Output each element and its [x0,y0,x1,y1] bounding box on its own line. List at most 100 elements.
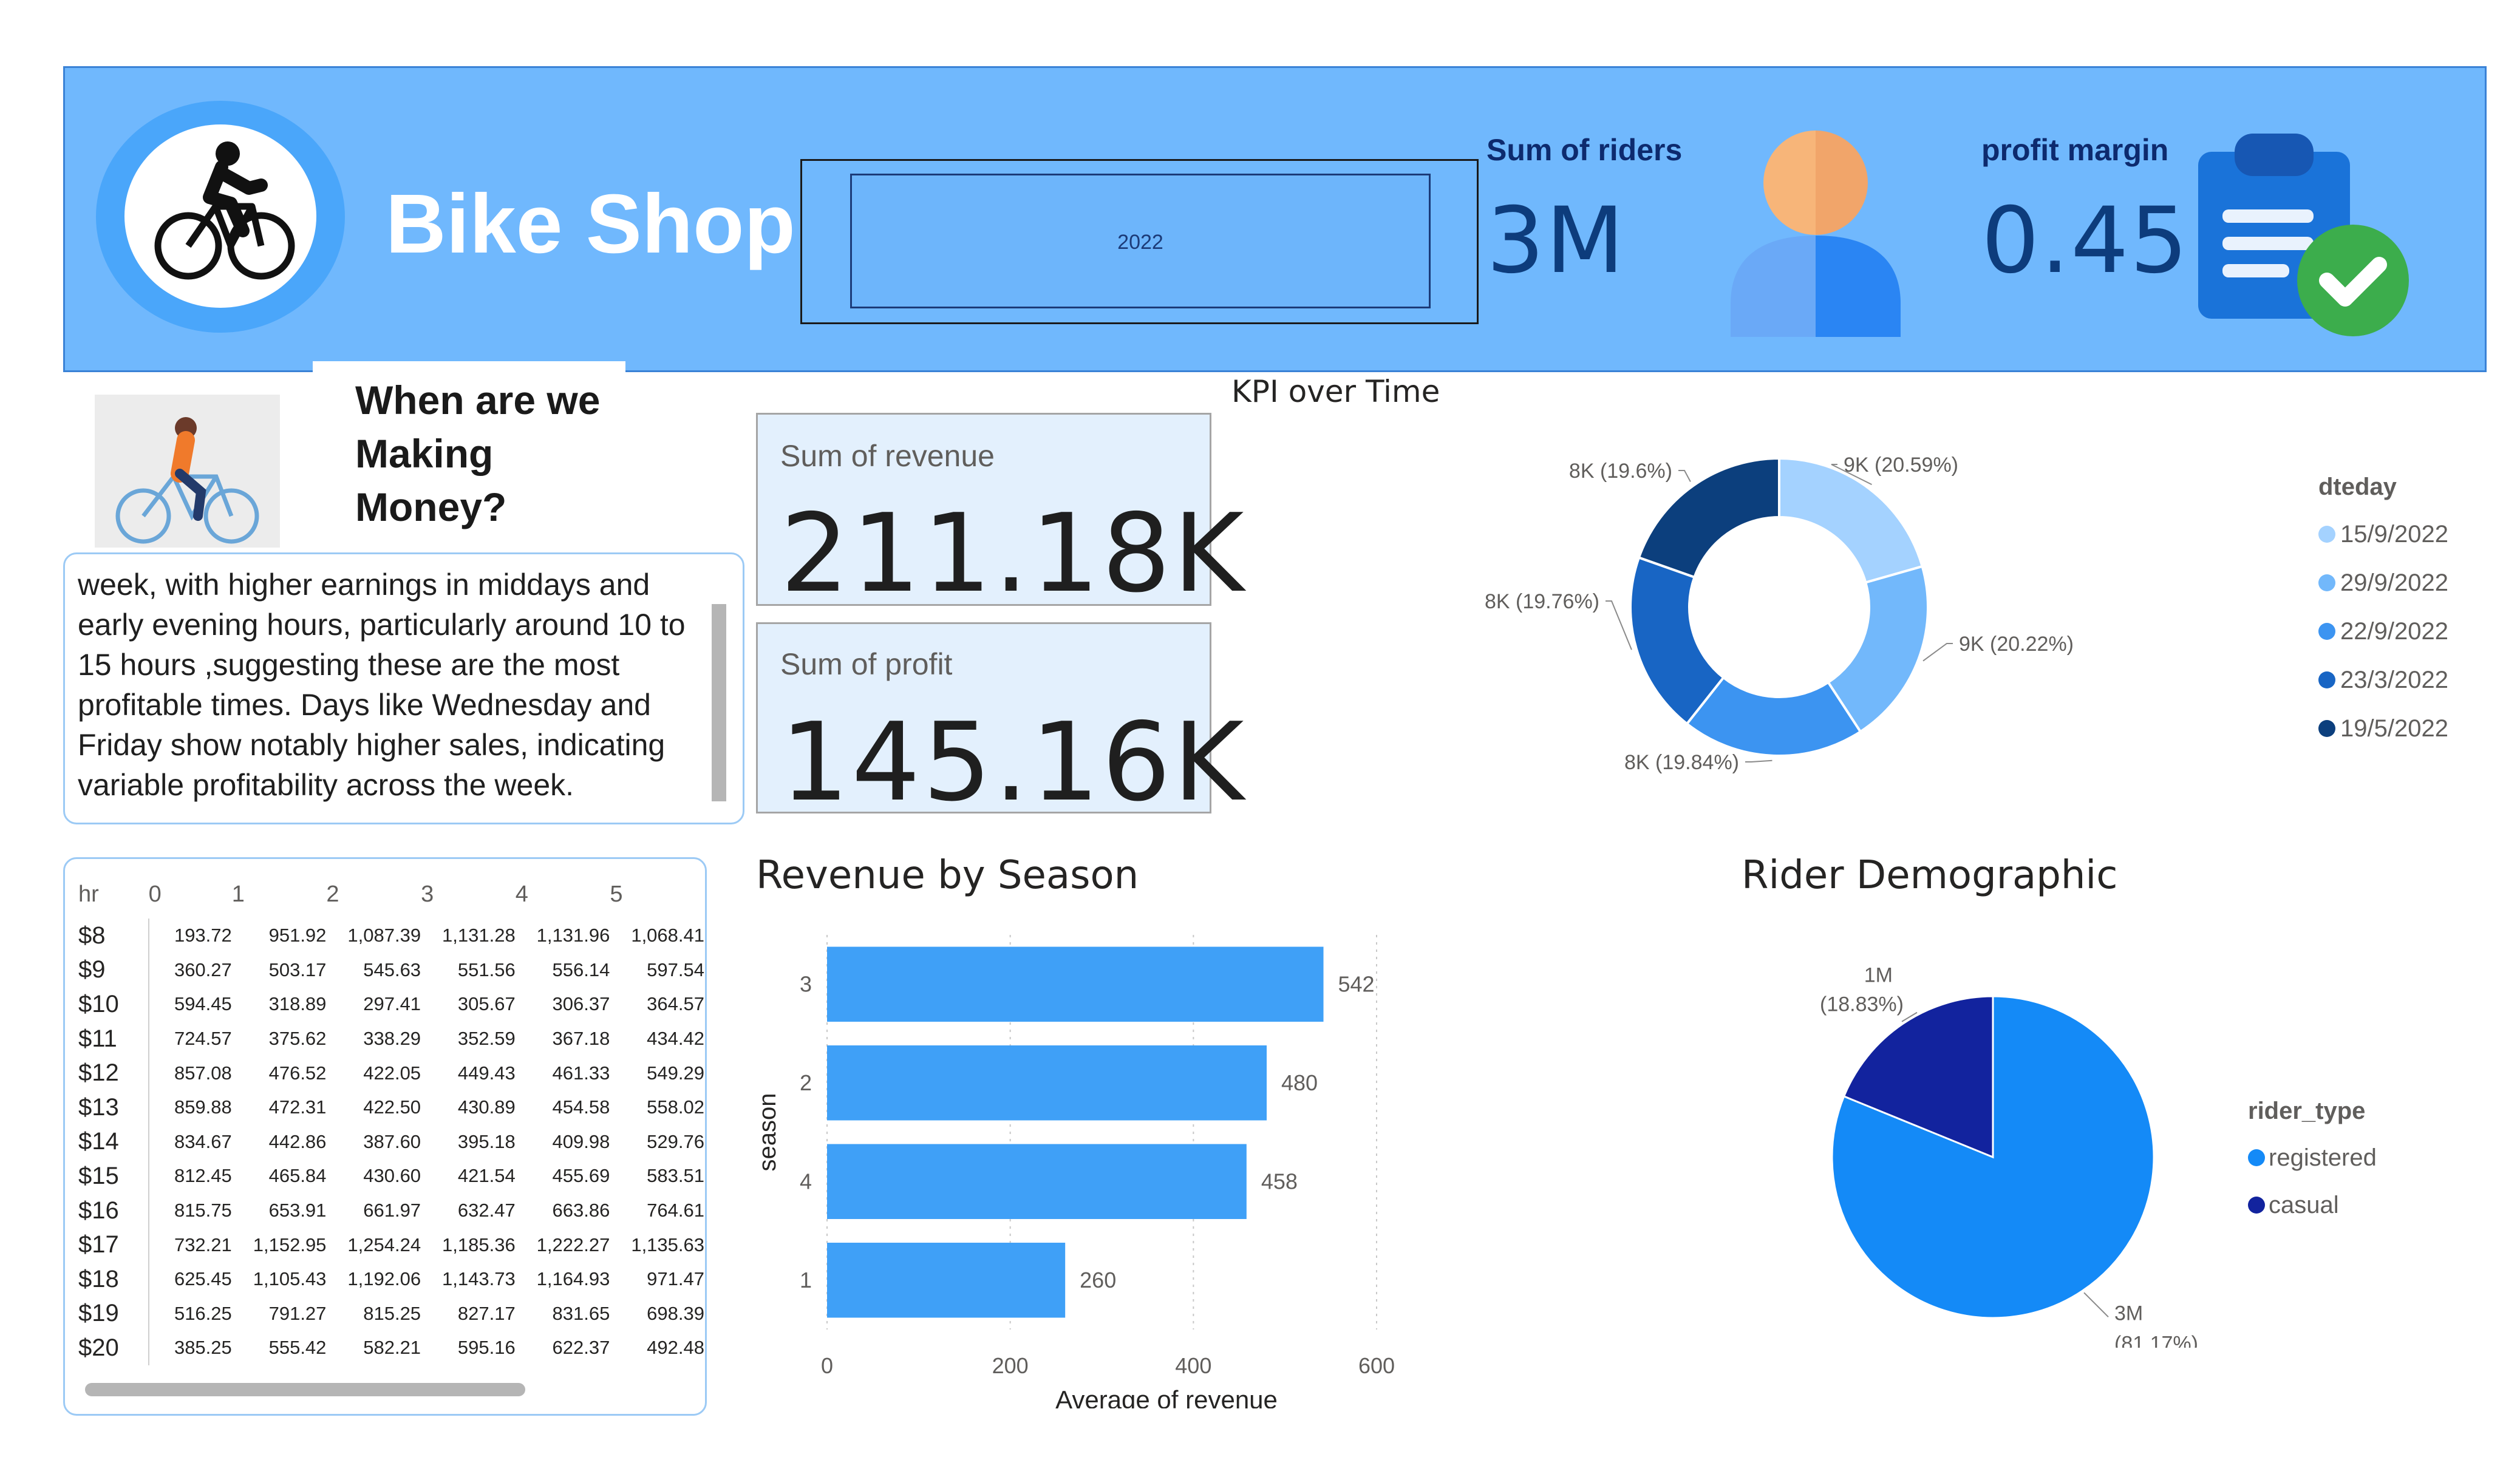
table-row: $10 594.45 318.89 297.41 305.67 306.37 364.57 [78,987,704,1022]
season-bar-chart[interactable]: 0 200 400 600 3 542 2 480 4 458 1 260 Average of rev… [756,923,1436,1408]
matrix-cell: 387.60 [363,1130,421,1152]
season-bar[interactable] [827,1243,1066,1318]
matrix-cell: 476.52 [268,1062,327,1084]
margin-kpi-label: profit margin [1981,133,2169,167]
matrix-cell: 1,222.27 [536,1234,610,1255]
insight-scrollbar[interactable] [712,604,726,801]
bar-data-label: 260 [1080,1268,1116,1292]
matrix-cell: 465.84 [268,1165,327,1187]
matrix-row-header: $13 [78,1090,149,1125]
matrix-cell: 430.89 [457,1096,516,1118]
riders-kpi-value: 3M [1486,188,1626,294]
question-line: When are we [355,378,601,423]
matrix-cell: 338.29 [363,1028,421,1050]
table-row: $11 724.57 375.62 338.29 352.59 367.18 434.42 [78,1021,704,1056]
legend-item[interactable]: 15/9/2022 [2318,510,2448,559]
legend-label: 15/9/2022 [2340,520,2448,548]
matrix-column-header[interactable]: 5 [610,870,704,919]
matrix-cell: 297.41 [363,993,421,1015]
question-line: Money? [355,484,507,529]
profit-card-value: 145.16K [780,699,1247,825]
table-row: $13 859.88 472.31 422.50 430.89 454.58 558.02 [78,1090,704,1125]
matrix-cell: 385.25 [174,1337,232,1359]
rider-pie-chart[interactable]: 3M (81.17%) 1M (18.83%) [1761,935,2271,1348]
matrix-cell: 815.75 [174,1200,232,1221]
table-row: $17 732.21 1,152.95 1,254.24 1,185.36 1,222.2… [78,1228,704,1262]
matrix-cell: 430.60 [363,1165,421,1187]
donut-slice[interactable] [1778,457,1924,584]
matrix-row-header: $12 [78,1056,149,1090]
bar-chart-title: Revenue by Season [756,853,1139,898]
legend-item[interactable]: 23/3/2022 [2318,656,2448,704]
year-slicer-value[interactable]: 2022 [850,231,1431,254]
hourly-matrix[interactable]: hr 0 1 2 3 4 5 $8 193.72 951.92 1,087.39 1,131.28 1… [63,857,707,1416]
matrix-cell: 421.54 [457,1165,516,1187]
legend-marker [2318,720,2335,737]
matrix-horizontal-scrollbar[interactable] [85,1383,525,1396]
pie-data-label: (81.17%) [2114,1332,2198,1348]
legend-item[interactable]: 19/5/2022 [2318,704,2448,753]
matrix-cell: 395.18 [457,1130,516,1152]
matrix-column-header[interactable]: 2 [326,870,421,919]
matrix-cell: 555.42 [268,1337,327,1359]
season-bar[interactable] [827,1045,1267,1121]
matrix-column-header[interactable]: 4 [516,870,610,919]
matrix-cell: 1,068.41 [631,925,704,946]
matrix-row-header: $11 [78,1021,149,1056]
matrix-cell: 318.89 [268,993,327,1015]
matrix-cell: 422.50 [363,1096,421,1118]
legend-marker [2318,623,2335,640]
matrix-cell: 597.54 [647,959,704,980]
legend-marker [2248,1149,2265,1166]
donut-chart[interactable]: 9K (20.59%) 9K (20.22%) 8K (19.84%) 8K (19.… [1445,425,2137,801]
pie-legend-title: rider_type [2248,1098,2366,1124]
y-tick-label: 1 [800,1268,812,1292]
donut-data-label: 9K (20.59%) [1844,453,1958,477]
revenue-card-label: Sum of revenue [780,439,995,473]
matrix-cell: 472.31 [268,1096,327,1118]
cyclist-icon [154,141,295,280]
matrix-cell: 364.57 [647,993,704,1015]
matrix-cell: 434.42 [647,1028,704,1050]
donut-data-label: 8K (19.6%) [1569,460,1672,483]
season-bar[interactable] [827,1144,1247,1220]
matrix-row-header: $9 [78,953,149,988]
legend-item[interactable]: 22/9/2022 [2318,607,2448,656]
matrix-cell: 625.45 [174,1268,232,1290]
matrix-cell: 556.14 [552,959,610,980]
x-tick-label: 200 [992,1353,1029,1378]
matrix-cell: 360.27 [174,959,232,980]
matrix-cell: 1,152.95 [253,1234,327,1255]
matrix-row-header: $10 [78,987,149,1022]
clipboard-check-icon [2198,134,2409,336]
legend-label: 22/9/2022 [2340,617,2448,645]
matrix-cell: 409.98 [552,1130,610,1152]
matrix-cell: 442.86 [268,1130,327,1152]
donut-leader-line [1678,470,1691,482]
matrix-cell: 306.37 [552,993,610,1015]
matrix-column-header[interactable]: 0 [149,870,232,919]
matrix-table: hr 0 1 2 3 4 5 $8 193.72 951.92 1,087.39 1,131.28 1… [78,870,705,1365]
legend-marker [2318,526,2335,543]
matrix-column-header[interactable]: 1 [232,870,327,919]
matrix-cell: 791.27 [268,1302,327,1324]
matrix-row-header: $17 [78,1228,149,1262]
x-tick-label: 600 [1358,1353,1395,1378]
legend-item[interactable]: 29/9/2022 [2318,559,2448,607]
matrix-column-header[interactable]: 3 [421,870,516,919]
legend-label: 29/9/2022 [2340,569,2448,596]
matrix-cell: 549.29 [647,1062,704,1084]
matrix-cell: 582.21 [363,1337,421,1359]
matrix-cell: 653.91 [268,1200,327,1221]
matrix-cell: 815.25 [363,1302,421,1324]
season-bar[interactable] [827,946,1324,1022]
revenue-card-value: 211.18K [780,491,1247,616]
legend-item[interactable]: casual [2248,1181,2377,1229]
x-axis-title: Average of revenue [1055,1385,1278,1408]
matrix-cell: 724.57 [174,1028,232,1050]
legend-marker [2248,1197,2265,1214]
matrix-cell: 1,131.96 [536,925,610,946]
matrix-cell: 1,131.28 [442,925,516,946]
pie-chart-title: Rider Demographic [1742,853,2118,898]
legend-item[interactable]: registered [2248,1134,2377,1181]
